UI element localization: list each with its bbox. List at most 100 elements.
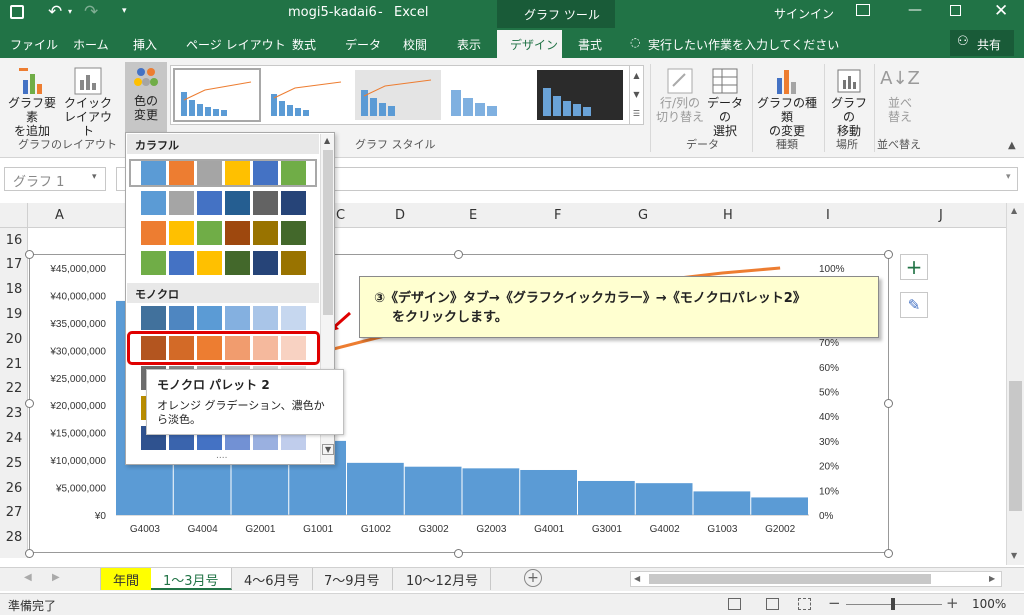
colorful-swatch-r4-c1[interactable] (141, 251, 166, 275)
mono-swatch-r1-c2[interactable] (169, 306, 194, 330)
colorful-swatch-r3-c1[interactable] (141, 221, 166, 245)
colorful-swatch-r2-c5[interactable] (253, 191, 278, 215)
dropdown-resize-grip[interactable]: .... (216, 451, 227, 461)
colorful-swatch-r3-c2[interactable] (169, 221, 194, 245)
tab-review[interactable]: 校閲 (403, 36, 427, 53)
colorful-swatch-r3-c5[interactable] (253, 221, 278, 245)
chart-handle-tr[interactable] (884, 250, 893, 259)
signin-link[interactable]: サインイン (774, 5, 834, 22)
row-25[interactable]: 25 (0, 456, 28, 471)
chart-style-5[interactable] (537, 70, 623, 120)
ribbon-display-icon[interactable] (856, 4, 870, 16)
colorful-swatch-r1-c5[interactable] (253, 161, 278, 185)
mono-palette-2-highlight[interactable] (127, 331, 320, 365)
col-f[interactable]: F (554, 208, 561, 223)
hscroll-left-icon[interactable]: ◀ (634, 574, 640, 583)
colorful-swatch-r1-c2[interactable] (169, 161, 194, 185)
page-break-view-icon[interactable] (798, 598, 811, 610)
chart-style-4[interactable] (445, 70, 531, 120)
chart-handle-tm[interactable] (454, 250, 463, 259)
chart-handle-tl[interactable] (25, 250, 34, 259)
tab-page-layout[interactable]: ページ レイアウト (186, 36, 286, 53)
row-22[interactable]: 22 (0, 381, 28, 396)
chart-handle-ml[interactable] (25, 399, 34, 408)
zoom-in-icon[interactable]: + (946, 594, 959, 612)
tell-me-input[interactable]: 実行したい作業を入力してください (648, 36, 839, 53)
chart-style-2[interactable] (265, 70, 351, 120)
row-26[interactable]: 26 (0, 481, 28, 496)
row-19[interactable]: 19 (0, 307, 28, 322)
chart-styles-button[interactable]: ✎ (900, 292, 928, 318)
chart-elements-button[interactable]: + (900, 254, 928, 280)
colorful-swatch-r2-c6[interactable] (281, 191, 306, 215)
change-chart-type-button[interactable]: グラフの種類 の変更 (754, 64, 820, 138)
col-e[interactable]: E (469, 208, 477, 223)
scroll-up-icon[interactable]: ▲ (1011, 206, 1017, 215)
sheet-tab-q4[interactable]: 10～12月号 (394, 568, 492, 590)
colorful-swatch-r4-c3[interactable] (197, 251, 222, 275)
colorful-swatch-r1-c6[interactable] (281, 161, 306, 185)
colorful-swatch-r4-c2[interactable] (169, 251, 194, 275)
quick-layout-button[interactable]: クイック レイアウト (60, 64, 116, 138)
col-d[interactable]: D (395, 208, 405, 223)
row-27[interactable]: 27 (0, 505, 28, 520)
colorful-swatch-r4-c4[interactable] (225, 251, 250, 275)
dropdown-scroll-up-icon[interactable]: ▲ (324, 136, 330, 145)
select-data-button[interactable]: データの 選択 (702, 64, 748, 138)
redo-icon[interactable]: ↷ (84, 2, 98, 22)
chart-handle-mr[interactable] (884, 399, 893, 408)
row-18[interactable]: 18 (0, 282, 28, 297)
chart-handle-bl[interactable] (25, 549, 34, 558)
row-21[interactable]: 21 (0, 357, 28, 372)
tab-format[interactable]: 書式 (578, 36, 602, 53)
maximize-icon[interactable] (950, 5, 961, 16)
gallery-scroll[interactable]: ▲ ▼ ☰ (629, 66, 643, 124)
sheet-next-icon[interactable]: ▶ (52, 572, 60, 583)
change-colors-button[interactable]: 色の 変更 (125, 62, 167, 132)
minimize-icon[interactable]: — (908, 2, 922, 18)
row-24[interactable]: 24 (0, 431, 28, 446)
share-button[interactable]: ⚇ 共有 (950, 30, 1014, 56)
mono-swatch-r1-c4[interactable] (225, 306, 250, 330)
sheet-tab-annual[interactable]: 年間 (100, 568, 153, 590)
add-chart-element-button[interactable]: グラフ要素 を追加 (4, 64, 60, 138)
chart-style-1[interactable] (173, 68, 261, 122)
colorful-swatch-r3-c3[interactable] (197, 221, 222, 245)
colorful-swatch-r2-c4[interactable] (225, 191, 250, 215)
col-i[interactable]: I (826, 208, 830, 223)
sheet-tab-q3[interactable]: 7～9月号 (312, 568, 393, 590)
undo-dropdown-icon[interactable]: ▾ (68, 7, 72, 16)
undo-icon[interactable]: ↶ (48, 2, 62, 22)
row-28[interactable]: 28 (0, 530, 28, 545)
hscroll-thumb[interactable] (649, 574, 931, 584)
mono-swatch-r1-c3[interactable] (197, 306, 222, 330)
mono-swatch-r1-c5[interactable] (253, 306, 278, 330)
row-20[interactable]: 20 (0, 332, 28, 347)
colorful-swatch-r1-c4[interactable] (225, 161, 250, 185)
name-box-dropdown-icon[interactable]: ▾ (92, 172, 97, 182)
sort-button[interactable]: A↓Z 並べ 替え (878, 64, 922, 134)
row-16[interactable]: 16 (0, 233, 28, 248)
col-c[interactable]: C (336, 208, 345, 223)
collapse-ribbon-icon[interactable]: ▲ (1008, 140, 1016, 151)
add-sheet-icon[interactable]: + (524, 569, 542, 587)
colorful-swatch-r2-c1[interactable] (141, 191, 166, 215)
move-chart-button[interactable]: グラフの 移動 (826, 64, 872, 138)
tab-data[interactable]: データ (345, 36, 381, 53)
colorful-swatch-r3-c6[interactable] (281, 221, 306, 245)
chart-style-3[interactable] (355, 70, 441, 120)
vertical-scrollbar[interactable]: ▲ ▼ (1006, 203, 1024, 565)
scroll-down-icon[interactable]: ▼ (1011, 551, 1017, 560)
tab-insert[interactable]: 挿入 (133, 36, 157, 53)
mono-swatch-r1-c1[interactable] (141, 306, 166, 330)
page-layout-view-icon[interactable] (766, 598, 779, 610)
tab-file[interactable]: ファイル (10, 36, 58, 53)
col-j[interactable]: J (939, 208, 943, 223)
zoom-out-icon[interactable]: − (828, 594, 841, 612)
dropdown-scroll-down-icon[interactable]: ▼ (322, 444, 335, 455)
row-17[interactable]: 17 (0, 257, 28, 272)
hscroll-right-icon[interactable]: ▶ (989, 574, 995, 583)
col-g[interactable]: G (638, 208, 648, 223)
zoom-level[interactable]: 100% (972, 597, 1006, 611)
chart-handle-br[interactable] (884, 549, 893, 558)
